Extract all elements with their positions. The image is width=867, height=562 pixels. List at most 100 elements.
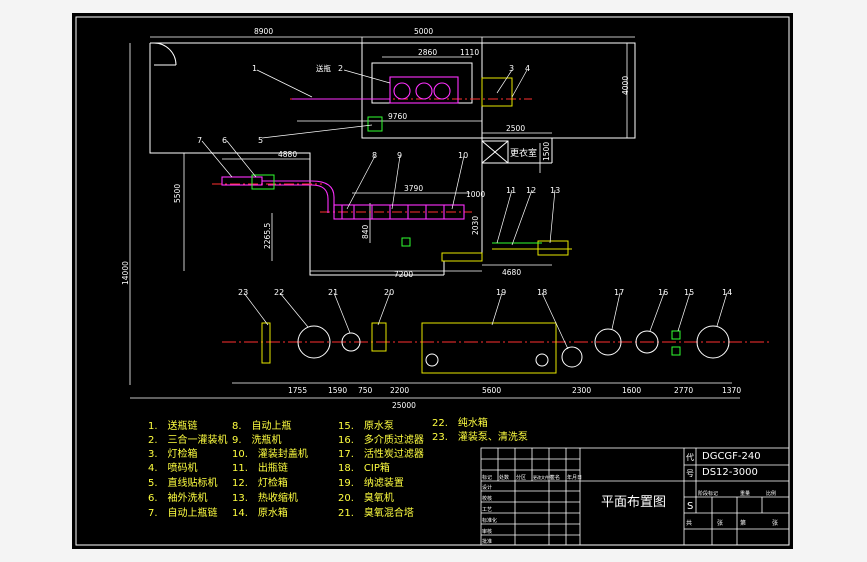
dim-2300: 2300 xyxy=(572,386,591,395)
balloon-21: 21 xyxy=(328,288,338,297)
sheet-cell-2: 张 xyxy=(717,519,723,527)
changing-room xyxy=(481,140,509,164)
balloon-15: 15 xyxy=(684,288,694,297)
legend-item-11: 11. 出瓶链 xyxy=(232,461,288,474)
balloon-5: 5 xyxy=(258,136,263,145)
viewer-background: 8900 5000 2860 1110 4000 9760 2500 1500 … xyxy=(0,0,867,562)
legend-item-12: 12. 灯检箱 xyxy=(232,476,288,489)
sheet-cell-4: 张 xyxy=(772,519,778,527)
balloon-4: 4 xyxy=(525,64,530,73)
model-1: DGCGF-240 xyxy=(702,451,761,462)
balloon-6: 6 xyxy=(222,136,227,145)
dim-9760: 9760 xyxy=(388,112,407,121)
dim-4880: 4880 xyxy=(278,150,297,159)
balloon-9: 9 xyxy=(397,151,402,160)
legend-item-3: 3. 灯检箱 xyxy=(148,447,198,460)
dim-8900: 8900 xyxy=(254,27,273,36)
tb-row-4: 标准化 xyxy=(482,517,497,524)
equipment-yellow xyxy=(261,77,572,374)
balloon-1: 1 xyxy=(252,64,257,73)
centre-lines xyxy=(212,98,772,343)
balloon-16: 16 xyxy=(658,288,668,297)
dim-14000: 14000 xyxy=(121,261,130,285)
stage-mark: S xyxy=(687,501,693,512)
balloon-11: 11 xyxy=(506,186,516,195)
legend-item-22: 22. 纯水箱 xyxy=(432,416,488,429)
dim-2030: 2030 xyxy=(471,216,480,235)
tb-cell-1: 标记 xyxy=(482,474,492,481)
tb-cell-6: 年月日 xyxy=(567,474,582,481)
balloon-2: 2 xyxy=(338,64,343,73)
dim-4680: 4680 xyxy=(502,268,521,277)
legend-item-13: 13. 热收缩机 xyxy=(232,491,298,504)
drawing-sheet: 8900 5000 2860 1110 4000 9760 2500 1500 … xyxy=(72,13,793,549)
legend-item-5: 5. 直线贴标机 xyxy=(148,476,218,489)
legend-item-14: 14. 原水箱 xyxy=(232,506,288,519)
tb-cell-3: 分区 xyxy=(516,474,526,481)
balloon-18: 18 xyxy=(537,288,547,297)
code-label-1: 代 xyxy=(686,452,694,462)
balloon-3: 3 xyxy=(509,64,514,73)
dim-840: 840 xyxy=(361,224,370,239)
balloon-8: 8 xyxy=(372,151,377,160)
legend-item-23: 23. 灌装泵、清洗泵 xyxy=(432,430,528,443)
dim-2860: 2860 xyxy=(418,48,437,57)
dim-3790: 3790 xyxy=(404,184,423,193)
dim-1500: 1500 xyxy=(542,142,551,161)
equipment-legend: 1. 送瓶链 2. 三合一灌装机 3. 灯检箱 4. 喷码机 5. 直线贴标机 … xyxy=(148,416,528,519)
dim-2265: 2265.5 xyxy=(263,223,272,249)
scale-cell-3: 比例 xyxy=(766,490,776,497)
balloon-13: 13 xyxy=(550,186,560,195)
sheet-cell-1: 共 xyxy=(686,519,692,527)
dim-25000: 25000 xyxy=(392,401,416,410)
scale-cell-1: 阶段标记 xyxy=(698,490,718,497)
balloon-7: 7 xyxy=(197,136,202,145)
legend-item-1: 1. 送瓶链 xyxy=(148,419,198,432)
dimension-lines xyxy=(129,36,740,399)
dim-1755: 1755 xyxy=(288,386,307,395)
balloon-19: 19 xyxy=(496,288,506,297)
tb-row-6: 批准 xyxy=(482,538,492,545)
legend-item-20: 20. 臭氧机 xyxy=(338,491,394,504)
legend-item-16: 16. 多介质过滤器 xyxy=(338,433,424,446)
dim-5600: 5600 xyxy=(482,386,501,395)
legend-item-18: 18. CIP箱 xyxy=(338,461,390,474)
legend-item-17: 17. 活性炭过滤器 xyxy=(338,447,424,460)
legend-item-6: 6. 袖外洗机 xyxy=(148,491,208,504)
balloon-17: 17 xyxy=(614,288,624,297)
dim-1600: 1600 xyxy=(622,386,641,395)
balloon-10: 10 xyxy=(458,151,468,160)
legend-item-4: 4. 喷码机 xyxy=(148,461,198,474)
code-label-2: 号 xyxy=(686,469,694,478)
conveyor-label: 送瓶 xyxy=(316,63,331,73)
scale-cell-2: 重量 xyxy=(740,490,750,497)
legend-item-10: 10. 灌装封盖机 xyxy=(232,447,308,460)
balloon-23: 23 xyxy=(238,288,248,297)
tb-row-5: 审核 xyxy=(482,528,492,535)
cad-drawing: 8900 5000 2860 1110 4000 9760 2500 1500 … xyxy=(75,16,790,546)
tb-row-1: 设计 xyxy=(482,484,492,491)
tb-row-2: 校核 xyxy=(482,495,492,502)
dim-1370: 1370 xyxy=(722,386,741,395)
legend-item-19: 19. 纳滤装置 xyxy=(338,476,404,489)
dim-1590: 1590 xyxy=(328,386,347,395)
balloon-14: 14 xyxy=(722,288,732,297)
dim-2500: 2500 xyxy=(506,124,525,133)
model-2: DS12-3000 xyxy=(702,467,758,478)
tb-cell-5: 签名 xyxy=(550,474,560,481)
equipment-magenta xyxy=(221,76,465,220)
tanks xyxy=(297,325,730,368)
dim-1110: 1110 xyxy=(460,48,479,57)
tb-row-3: 工艺 xyxy=(482,507,492,513)
balloon-12: 12 xyxy=(526,186,536,195)
balloon-20: 20 xyxy=(384,288,394,297)
legend-item-7: 7. 自动上瓶链 xyxy=(148,506,218,519)
legend-item-2: 2. 三合一灌装机 xyxy=(148,433,228,446)
legend-item-9: 9. 洗瓶机 xyxy=(232,433,282,446)
dim-4000: 4000 xyxy=(621,76,630,95)
legend-item-21: 21. 臭氧混合塔 xyxy=(338,506,414,519)
tb-cell-2: 处数 xyxy=(499,474,509,481)
dim-1000: 1000 xyxy=(466,190,485,199)
legend-item-15: 15. 原水泵 xyxy=(338,420,394,432)
dim-750: 750 xyxy=(358,386,373,395)
